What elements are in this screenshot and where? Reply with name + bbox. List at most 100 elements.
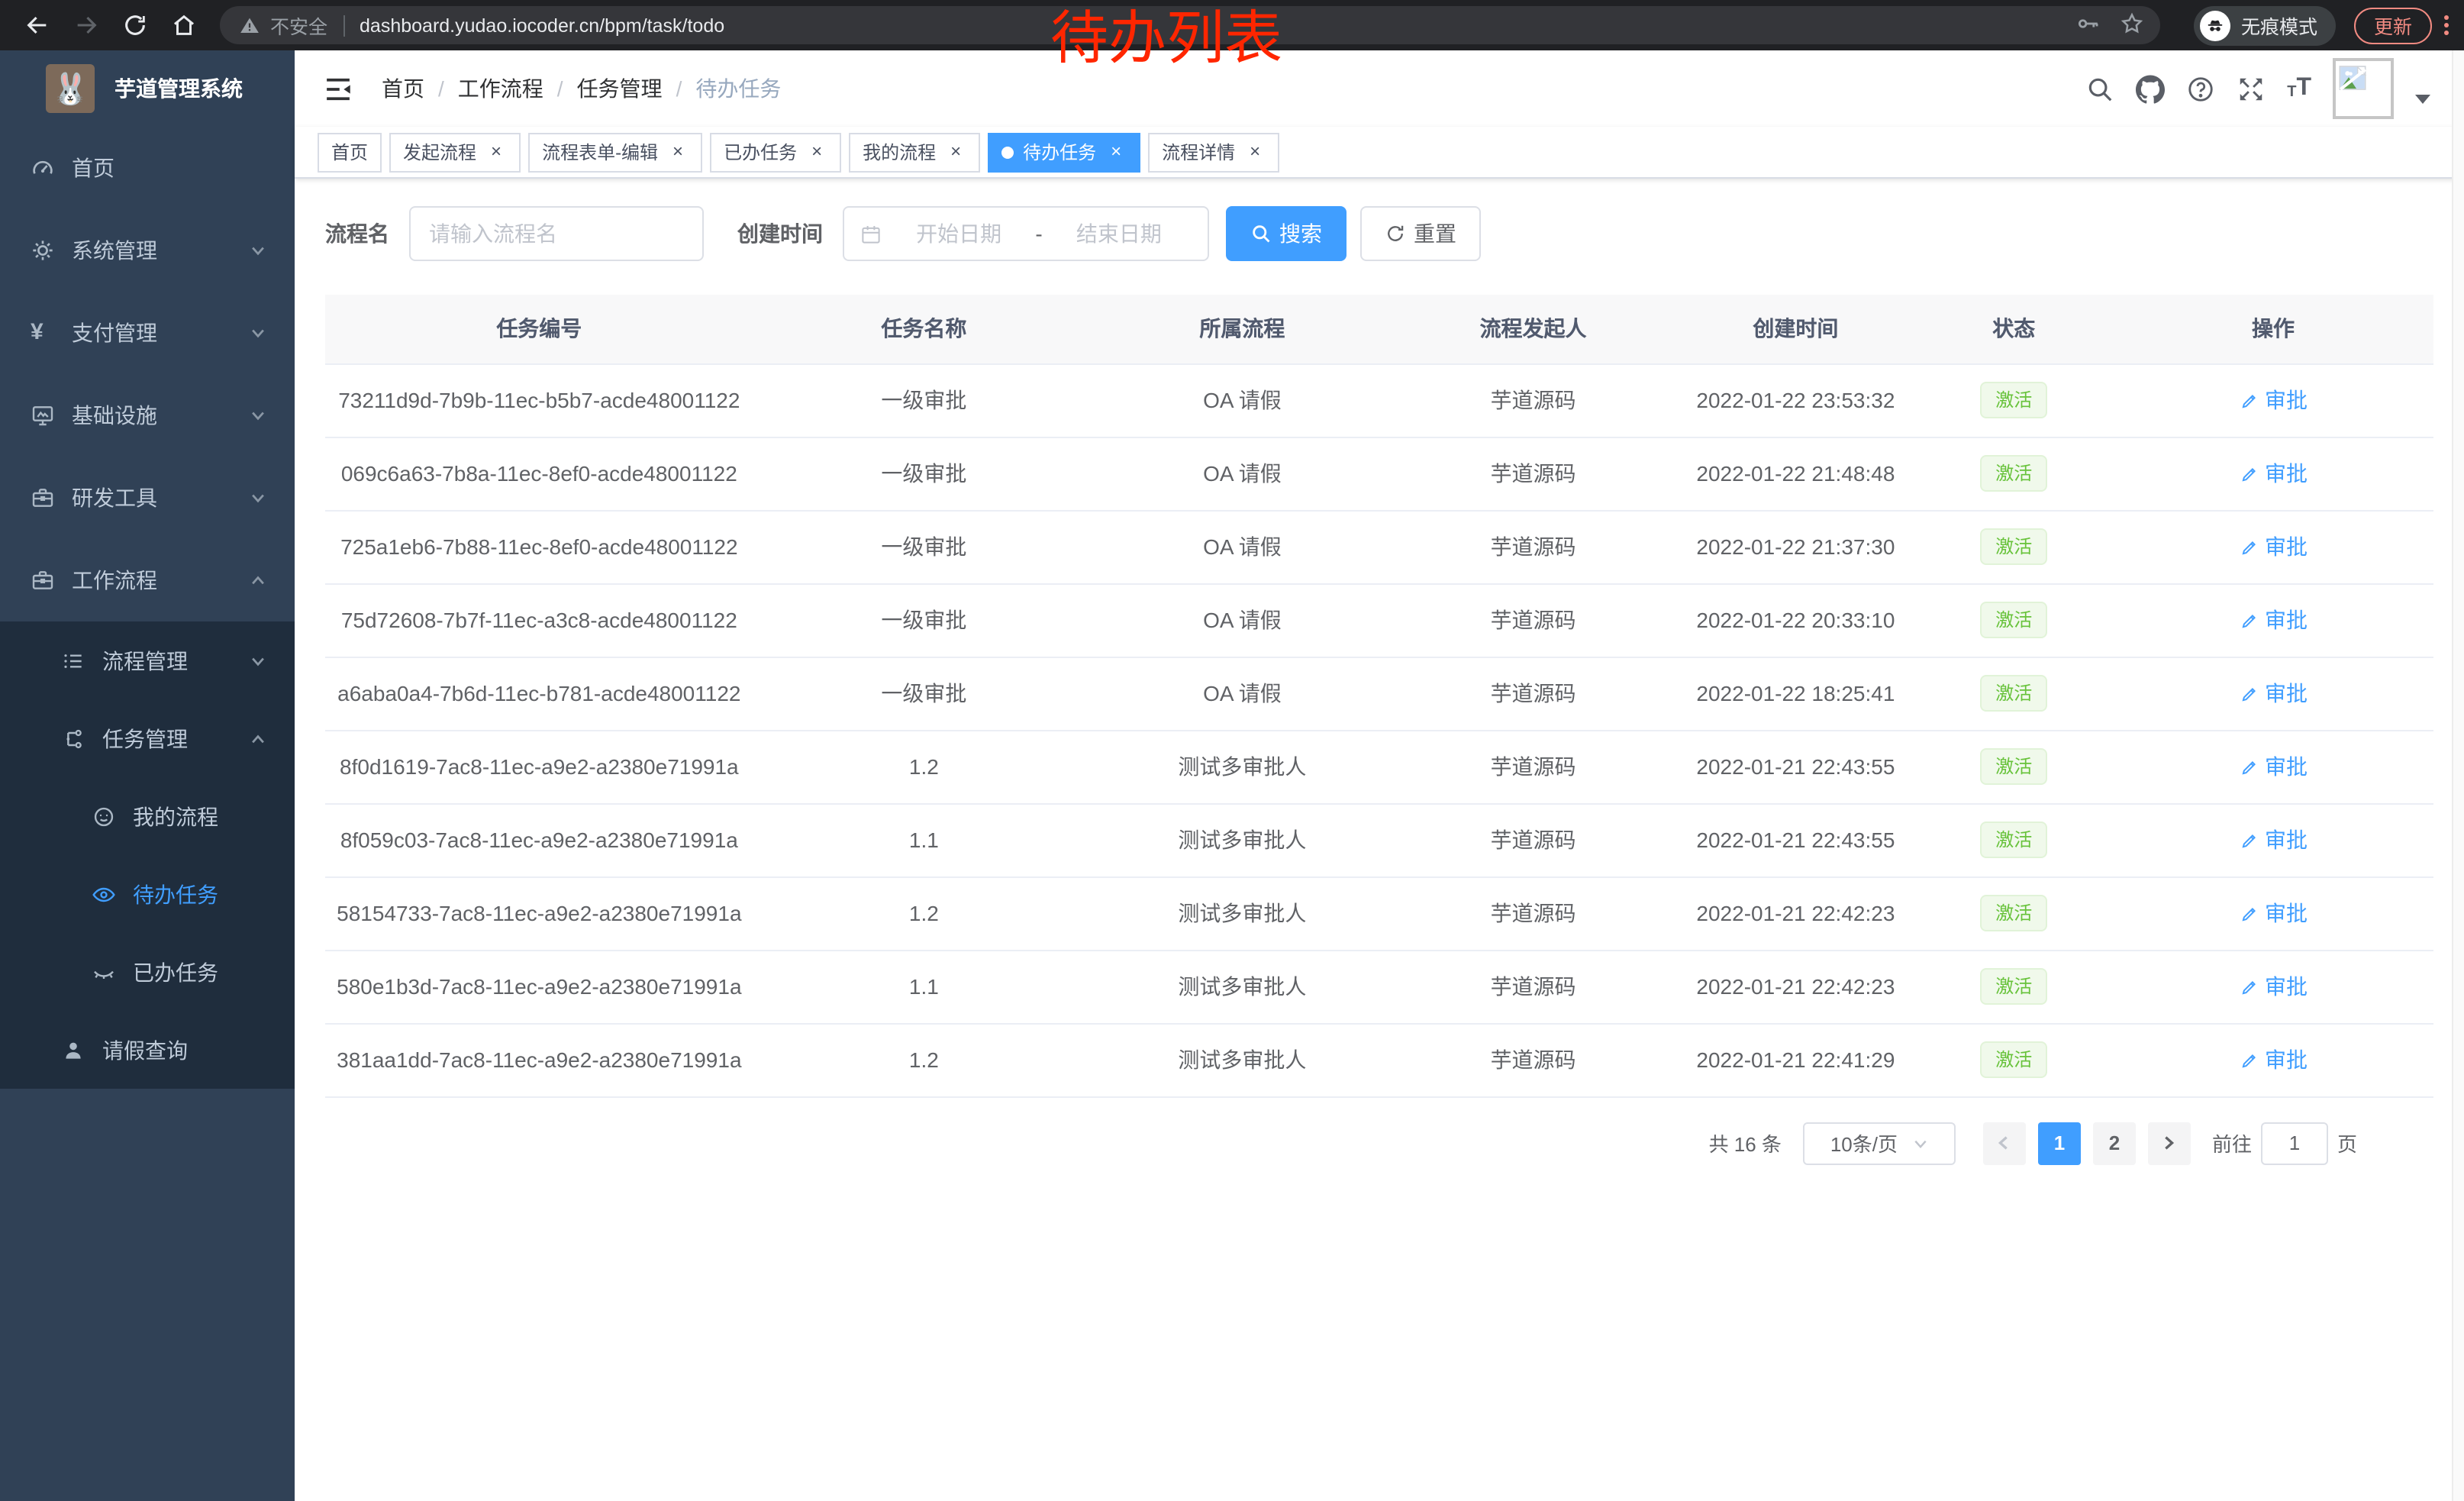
browser-update-button[interactable]: 更新 [2354,7,2432,44]
chevron-down-icon [249,406,267,424]
approve-link[interactable]: 审批 [2239,971,2308,1002]
chevron-up-icon [249,729,267,747]
github-icon[interactable] [2136,74,2165,103]
close-icon[interactable]: × [667,141,689,163]
task-id-cell: 75d72608-7b7f-11ec-a3c8-acde48001122 [325,583,753,657]
table-row: 73211d9d-7b9b-11ec-b5b7-acde48001122 一级审… [325,363,2433,437]
table-row: 58154733-7ac8-11ec-a9e2-a2380e71991a 1.2… [325,876,2433,950]
column-header: 流程发起人 [1390,295,1677,363]
help-icon[interactable] [2186,74,2215,103]
close-icon[interactable]: × [1244,141,1266,163]
close-icon[interactable]: × [806,141,827,163]
browser-reload-icon[interactable] [114,5,154,45]
process-name-input[interactable]: 请输入流程名 [409,206,704,261]
search-icon[interactable] [2085,74,2114,103]
approve-link[interactable]: 审批 [2239,531,2308,562]
gear-icon [31,238,55,263]
caret-down-icon[interactable] [2415,95,2430,104]
approve-link[interactable]: 审批 [2239,458,2308,489]
status-badge: 激活 [1980,455,2047,492]
view-tab[interactable]: 我的流程 × [849,132,980,172]
task-id-cell: 8f059c03-7ac8-11ec-a9e2-a2380e71991a [325,803,753,876]
sidebar-collapse-icon[interactable] [322,73,354,105]
sidebar-item[interactable]: 研发工具 [0,457,295,539]
sidebar-item[interactable]: 系统管理 [0,209,295,292]
fullscreen-icon[interactable] [2237,74,2266,103]
close-icon[interactable]: × [1105,141,1127,163]
view-tab[interactable]: 已办任务 × [710,132,841,172]
approve-link[interactable]: 审批 [2239,1044,2308,1075]
avatar[interactable] [2333,58,2394,119]
initiator-cell: 芋道源码 [1390,730,1677,803]
sidebar-item[interactable]: 流程管理 [0,621,295,699]
next-page-button[interactable] [2148,1122,2191,1164]
browser-forward-icon[interactable] [66,5,105,45]
breadcrumb-item[interactable]: 工作流程 [424,73,543,104]
font-size-icon[interactable]: TT [2287,76,2311,101]
created-cell: 2022-01-22 18:25:41 [1676,657,1914,730]
breadcrumb-item[interactable]: 首页 [382,73,424,104]
table-header-row: 任务编号任务名称所属流程流程发起人创建时间状态操作 [325,295,2433,363]
process-cell: 测试多审批人 [1095,950,1390,1023]
view-tab[interactable]: 发起流程 × [389,132,521,172]
bookmark-star-icon[interactable] [2119,10,2145,40]
approve-link[interactable]: 审批 [2239,825,2308,855]
divider [343,15,344,36]
sidebar-item[interactable]: ¥ 支付管理 [0,292,295,374]
page-button[interactable]: 2 [2093,1122,2136,1164]
sidebar-item[interactable]: 已办任务 [0,933,295,1011]
view-tab[interactable]: 首页 [318,132,382,172]
approve-link[interactable]: 审批 [2239,385,2308,415]
process-cell: OA 请假 [1095,510,1390,583]
goto-page-input[interactable]: 1 [2261,1122,2328,1164]
screen: 不安全 dashboard.yudao.iocoder.cn/bpm/task/… [0,0,2464,1501]
breadcrumb-item[interactable]: 任务管理 [543,73,663,104]
status-badge: 激活 [1980,675,2047,712]
password-key-icon[interactable] [2075,10,2101,40]
browser-back-icon[interactable] [17,5,56,45]
approve-link[interactable]: 审批 [2239,605,2308,635]
sidebar-item[interactable]: 基础设施 [0,374,295,457]
sidebar-item[interactable]: 待办任务 [0,855,295,933]
approve-link[interactable]: 审批 [2239,678,2308,709]
browser-home-icon[interactable] [163,5,203,45]
approve-link[interactable]: 审批 [2239,898,2308,928]
edit-pencil-icon [2239,463,2259,483]
app-logo-row[interactable]: 🐰 芋道管理系统 [0,50,295,127]
view-tab[interactable]: 流程表单-编辑 × [528,132,702,172]
sidebar-item[interactable]: 工作流程 [0,539,295,621]
process-cell: 测试多审批人 [1095,876,1390,950]
view-tab[interactable]: 待办任务 × [988,132,1140,172]
process-cell: 测试多审批人 [1095,730,1390,803]
view-tab[interactable]: 流程详情 × [1148,132,1279,172]
security-label: 不安全 [270,11,327,40]
reset-button[interactable]: 重置 [1360,206,1481,261]
sidebar-item[interactable]: 我的流程 [0,777,295,855]
app-title: 芋道管理系统 [114,73,243,104]
created-cell: 2022-01-22 23:53:32 [1676,363,1914,437]
status-badge: 激活 [1980,528,2047,565]
created-cell: 2022-01-21 22:41:29 [1676,1023,1914,1096]
status-badge: 激活 [1980,1041,2047,1078]
briefcase-icon [31,568,55,592]
sidebar-item[interactable]: 请假查询 [0,1011,295,1089]
page-button[interactable]: 1 [2038,1122,2081,1164]
sidebar-menu: 首页 系统管理 [0,127,295,1089]
incognito-label: 无痕模式 [2241,11,2317,40]
close-icon[interactable]: × [945,141,966,163]
incognito-icon [2200,10,2230,40]
page-scrollbar[interactable] [2452,50,2464,1501]
approve-link[interactable]: 审批 [2239,751,2308,782]
sidebar-item[interactable]: 任务管理 [0,699,295,777]
task-name-cell: 1.2 [753,730,1095,803]
sidebar-item[interactable]: 首页 [0,127,295,209]
edit-pencil-icon [2239,903,2259,923]
created-cell: 2022-01-21 22:43:55 [1676,803,1914,876]
list-icon [61,648,85,673]
date-range-input[interactable]: 开始日期 - 结束日期 [843,206,1209,261]
prev-page-button[interactable] [1983,1122,2026,1164]
page-size-select[interactable]: 10条/页 [1803,1122,1956,1164]
search-button[interactable]: 搜索 [1226,206,1346,261]
browser-menu-icon[interactable] [2444,15,2449,35]
close-icon[interactable]: × [485,141,507,163]
